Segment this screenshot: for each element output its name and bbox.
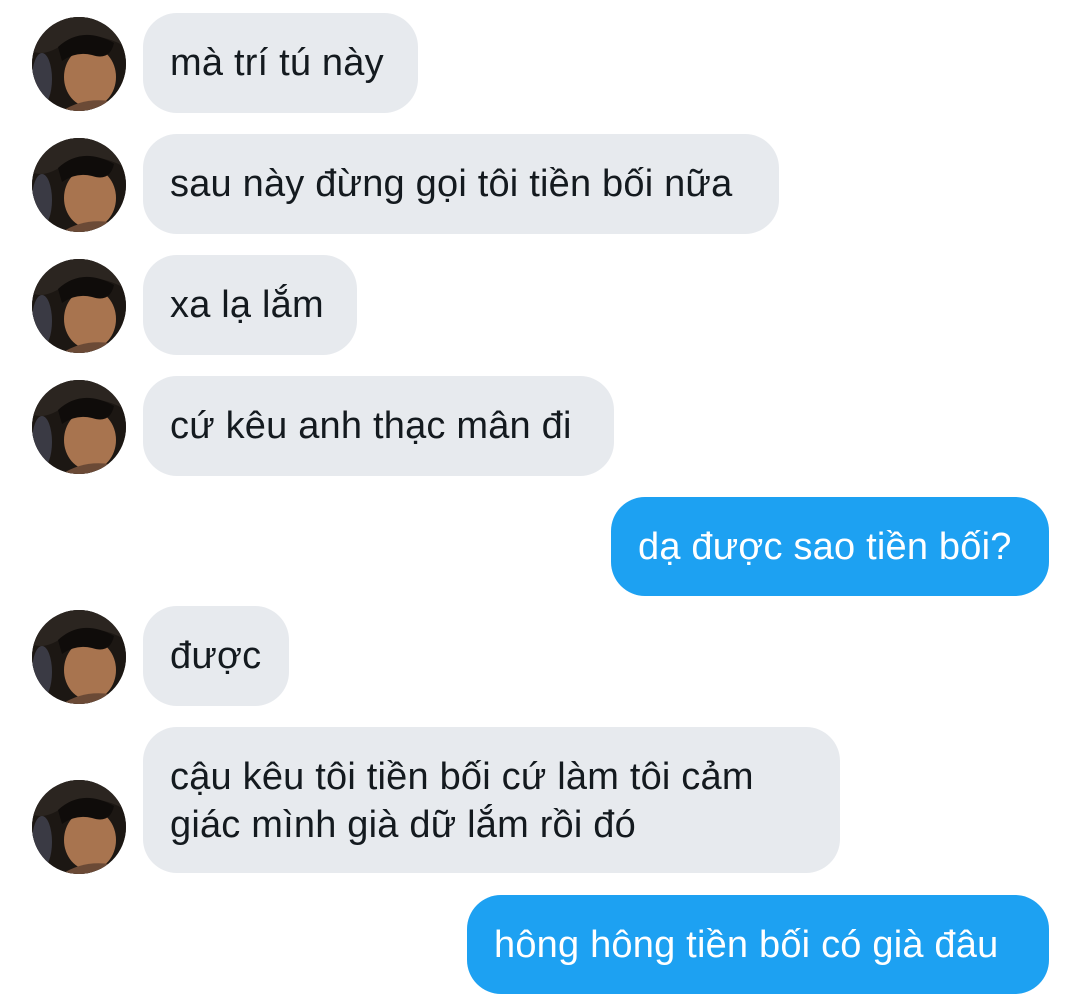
sender-avatar[interactable]: [32, 780, 126, 874]
avatar-photo-icon: [32, 610, 126, 704]
avatar-photo-icon: [32, 17, 126, 111]
incoming-message-bubble[interactable]: xa lạ lắm: [143, 255, 357, 355]
message-text: cậu kêu tôi tiền bối cứ làm tôi cảm giác…: [170, 756, 754, 846]
message-text: cứ kêu anh thạc mân đi: [170, 405, 572, 447]
message-text: hông hông tiền bối có già đâu: [494, 924, 999, 966]
sender-avatar[interactable]: [32, 380, 126, 474]
avatar-photo-icon: [32, 380, 126, 474]
message-text: được: [170, 635, 262, 677]
incoming-message-bubble[interactable]: được: [143, 606, 289, 706]
message-thread: mà trí tú này sau này đừng gọi tôi tiền …: [0, 0, 1080, 997]
message-text: dạ được sao tiền bối?: [638, 526, 1012, 568]
sender-avatar[interactable]: [32, 259, 126, 353]
outgoing-message-bubble[interactable]: dạ được sao tiền bối?: [611, 497, 1049, 596]
sender-avatar[interactable]: [32, 138, 126, 232]
sender-avatar[interactable]: [32, 17, 126, 111]
incoming-message-bubble[interactable]: cứ kêu anh thạc mân đi: [143, 376, 614, 476]
message-text: mà trí tú này: [170, 42, 384, 84]
avatar-photo-icon: [32, 138, 126, 232]
incoming-message-bubble[interactable]: sau này đừng gọi tôi tiền bối nữa: [143, 134, 779, 234]
incoming-message-bubble[interactable]: cậu kêu tôi tiền bối cứ làm tôi cảm giác…: [143, 727, 840, 873]
avatar-photo-icon: [32, 259, 126, 353]
outgoing-message-bubble[interactable]: hông hông tiền bối có già đâu: [467, 895, 1049, 994]
avatar-photo-icon: [32, 780, 126, 874]
message-text: sau này đừng gọi tôi tiền bối nữa: [170, 163, 733, 205]
message-text: xa lạ lắm: [170, 284, 324, 326]
incoming-message-bubble[interactable]: mà trí tú này: [143, 13, 418, 113]
sender-avatar[interactable]: [32, 610, 126, 704]
